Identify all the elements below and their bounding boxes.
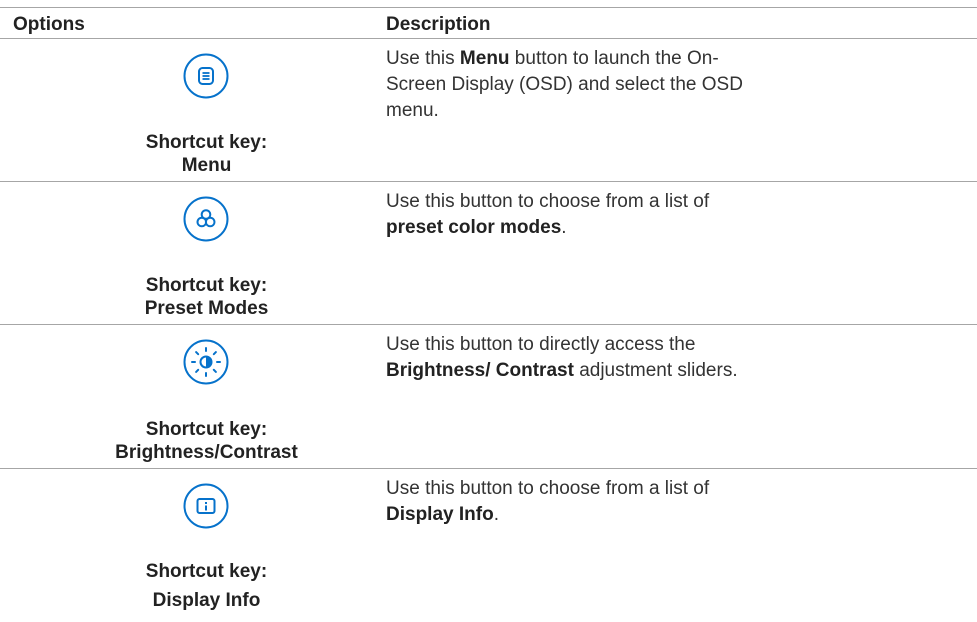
header-options: Options xyxy=(13,14,85,35)
shortcut-label: Shortcut key: Brightness/Contrast xyxy=(40,418,373,464)
desc-text: Use this button to choose from a list of xyxy=(386,191,710,212)
brightness-contrast-icon[interactable] xyxy=(183,339,229,385)
desc-bold: Brightness/ Contrast xyxy=(386,360,574,381)
shortcut-label: Shortcut key: Preset Modes xyxy=(40,274,373,320)
desc-bold: Menu xyxy=(459,48,510,69)
desc-bold: Display Info xyxy=(386,504,494,525)
shortcut-key-name: Brightness/Contrast xyxy=(115,442,298,463)
table-row: Shortcut key: Preset Modes Use this butt… xyxy=(0,182,977,324)
preset-modes-icon[interactable] xyxy=(183,196,229,242)
desc-text: Use this xyxy=(386,48,460,69)
desc-text: adjustment sliders. xyxy=(573,360,738,381)
shortcut-key-name: Menu xyxy=(181,155,232,176)
header-description: Description xyxy=(386,14,491,35)
shortcut-prefix: Shortcut key: xyxy=(145,419,268,440)
table-header: Options Description xyxy=(0,7,977,38)
desc-bold: preset color modes xyxy=(386,217,562,238)
desc-text: Use this button to directly access the xyxy=(386,334,696,355)
shortcut-key-name: Display Info xyxy=(152,590,261,611)
table-row: Shortcut key: Display Info Use this butt… xyxy=(0,469,977,621)
table-row: Shortcut key: Brightness/Contrast Use th… xyxy=(0,325,977,468)
desc-text: Use this button to choose from a list of xyxy=(386,478,710,499)
row-description: Use this Menu button to launch the On-Sc… xyxy=(386,46,766,124)
shortcut-prefix: Shortcut key: xyxy=(145,561,268,582)
row-description: Use this button to choose from a list of… xyxy=(386,476,766,528)
desc-text: . xyxy=(493,504,499,525)
shortcut-key-name: Preset Modes xyxy=(144,298,269,319)
shortcut-label: Shortcut key: Display Info xyxy=(40,560,373,612)
display-info-icon[interactable] xyxy=(183,483,229,529)
desc-text: . xyxy=(561,217,567,238)
menu-icon[interactable] xyxy=(183,53,229,99)
row-description: Use this button to choose from a list of… xyxy=(386,189,766,241)
table-row: Shortcut key: Menu Use this Menu button … xyxy=(0,39,977,181)
shortcut-prefix: Shortcut key: xyxy=(145,132,268,153)
shortcut-label: Shortcut key: Menu xyxy=(40,131,373,177)
row-description: Use this button to directly access the B… xyxy=(386,332,766,384)
shortcut-prefix: Shortcut key: xyxy=(145,275,268,296)
